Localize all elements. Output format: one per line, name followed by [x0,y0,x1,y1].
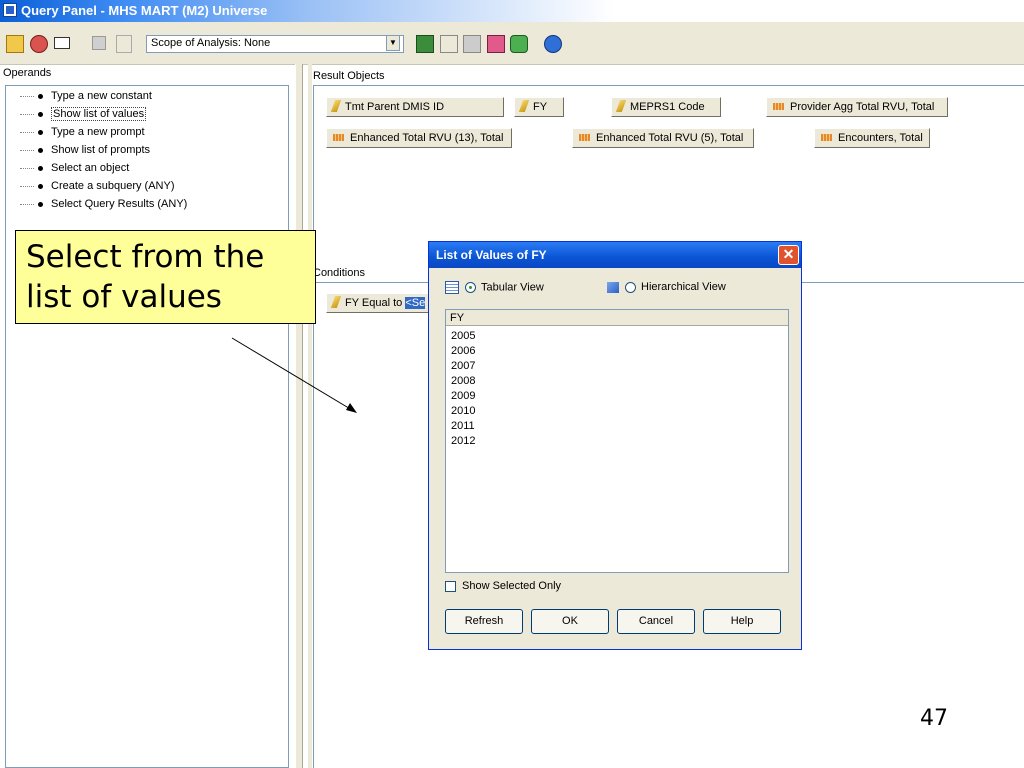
hierarchy-icon [607,281,619,293]
measure-icon [333,133,344,141]
filter-icon[interactable] [92,36,106,50]
hierarchical-radio [625,281,636,293]
list-item[interactable]: 2008 [451,374,475,389]
window-title: Query Panel - MHS MART (M2) Universe [21,3,268,18]
show-selected-only-checkbox[interactable]: Show Selected Only [445,580,561,592]
result-object-chip[interactable]: Enhanced Total RVU (5), Total [572,128,754,148]
operand-type-constant[interactable]: Type a new constant [20,89,152,103]
operand-type-prompt[interactable]: Type a new prompt [20,125,145,139]
chevron-down-icon[interactable]: ▼ [386,35,400,51]
result-object-chip[interactable]: Encounters, Total [814,128,930,148]
splitter[interactable] [308,64,312,768]
operands-header: Operands [3,67,52,79]
ok-button[interactable]: OK [531,609,609,634]
slide-page-number: 47 [920,706,948,731]
cancel-button[interactable]: Cancel [617,609,695,634]
measure-icon [579,133,590,141]
result-object-chip[interactable]: Provider Agg Total RVU, Total [766,97,948,117]
conditions-header: Conditions [313,267,365,279]
refresh-icon[interactable] [30,35,48,53]
result-object-chip[interactable]: Enhanced Total RVU (13), Total [326,128,512,148]
list-item[interactable]: 2012 [451,434,475,449]
sql-icon[interactable] [463,35,481,53]
hierarchical-view-option[interactable]: Hierarchical View [607,281,726,293]
operand-create-subquery[interactable]: Create a subquery (ANY) [20,179,175,193]
result-object-chip[interactable]: FY [514,97,564,117]
operand-select-query-results[interactable]: Select Query Results (ANY) [20,197,187,211]
sort-icon[interactable] [116,35,132,53]
callout-box: Select from the list of values [15,230,316,324]
result-objects-pane: Tmt Parent DMIS ID FY MEPRS1 Code Provid… [313,85,1024,257]
dialog-title-bar[interactable]: List of Values of FY ✕ [429,242,801,268]
result-object-chip[interactable]: Tmt Parent DMIS ID [326,97,504,117]
scope-value: Scope of Analysis: None [151,37,271,49]
operand-show-list-of-values[interactable]: Show list of values [20,107,147,121]
result-object-chip[interactable]: MEPRS1 Code [611,97,721,117]
operand-show-prompts[interactable]: Show list of prompts [20,143,150,157]
list-item[interactable]: 2009 [451,389,475,404]
app-icon [3,3,17,17]
list-of-values-dialog: List of Values of FY ✕ Tabular View Hier… [428,241,802,650]
column-header[interactable]: FY [446,310,788,326]
measure-icon [773,102,784,110]
dimension-icon [330,296,342,309]
list-item[interactable]: 2006 [451,344,475,359]
run-query-icon[interactable] [6,35,24,53]
values-listbox[interactable]: FY 2005 2006 2007 2008 2009 2010 2011 20… [445,309,789,573]
toolbar: Scope of Analysis: None ▼ [0,22,1024,65]
checkbox [445,580,456,592]
help-icon[interactable] [544,35,562,53]
dialog-title: List of Values of FY [436,248,547,262]
table-icon[interactable] [416,35,434,53]
condition-filter[interactable]: FY Equal to <Se [326,293,430,313]
dimension-icon [615,100,627,113]
close-button[interactable]: ✕ [778,245,799,265]
list-item[interactable]: 2010 [451,404,475,419]
dimension-icon [330,100,342,113]
window-title-bar[interactable]: Query Panel - MHS MART (M2) Universe [0,0,1024,22]
dimension-icon [518,100,530,113]
result-objects-header: Result Objects [313,70,385,82]
measure-icon [821,133,832,141]
operands-list: Type a new constant Show list of values … [5,85,289,768]
sort-az-icon[interactable] [440,35,458,53]
tabular-view-option[interactable]: Tabular View [445,281,544,294]
condition-operand: <Se [405,297,426,309]
operand-select-object[interactable]: Select an object [20,161,129,175]
refresh-button[interactable]: Refresh [445,609,523,634]
list-item[interactable]: 2011 [451,419,475,434]
table-icon [445,281,459,294]
combine-query-icon[interactable] [487,35,505,53]
help-button[interactable]: Help [703,609,781,634]
splitter[interactable] [295,64,303,768]
scope-of-analysis-select[interactable]: Scope of Analysis: None [146,35,404,53]
sql-view-icon[interactable] [54,37,70,49]
tabular-radio [465,282,476,293]
properties-icon[interactable] [510,35,528,53]
list-item[interactable]: 2007 [451,359,475,374]
list-item[interactable]: 2005 [451,329,475,344]
